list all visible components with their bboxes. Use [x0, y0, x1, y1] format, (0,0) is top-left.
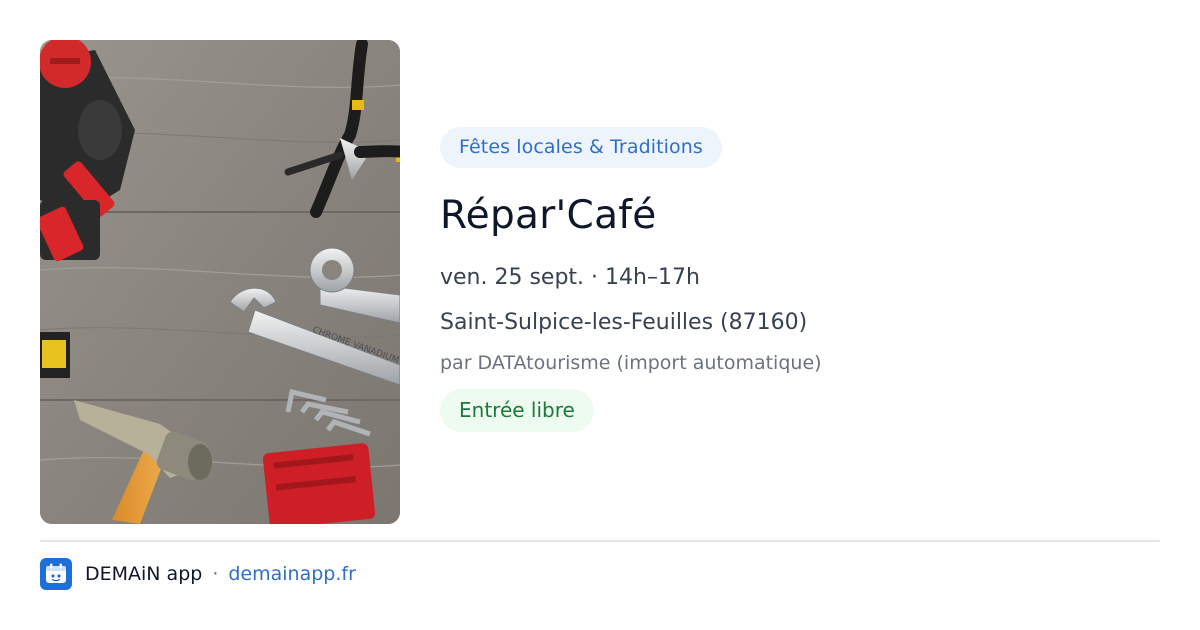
demain-logo-icon[interactable]: [40, 558, 72, 590]
event-source: par DATAtourisme (import automatique): [440, 352, 822, 374]
event-datetime: ven. 25 sept. · 14h–17h: [440, 265, 700, 290]
app-website-link[interactable]: demainapp.fr: [228, 563, 356, 585]
price-badge: Entrée libre: [440, 389, 594, 432]
event-card[interactable]: CHROME VANADIUM Fêtes locales & Traditio…: [0, 0, 1200, 630]
event-title[interactable]: Répar'Café: [440, 192, 1160, 240]
event-location: Saint-Sulpice-les-Feuilles (87160): [440, 310, 808, 335]
event-photo: CHROME VANADIUM: [40, 40, 400, 524]
footer-separator: ·: [212, 563, 219, 585]
app-name: DEMAiN app: [85, 563, 203, 585]
footer-divider: [40, 540, 1160, 542]
event-info: Fêtes locales & Traditions Répar'Café ve…: [440, 127, 1160, 432]
footer: DEMAiN app · demainapp.fr: [40, 558, 356, 590]
category-badge[interactable]: Fêtes locales & Traditions: [440, 127, 722, 168]
